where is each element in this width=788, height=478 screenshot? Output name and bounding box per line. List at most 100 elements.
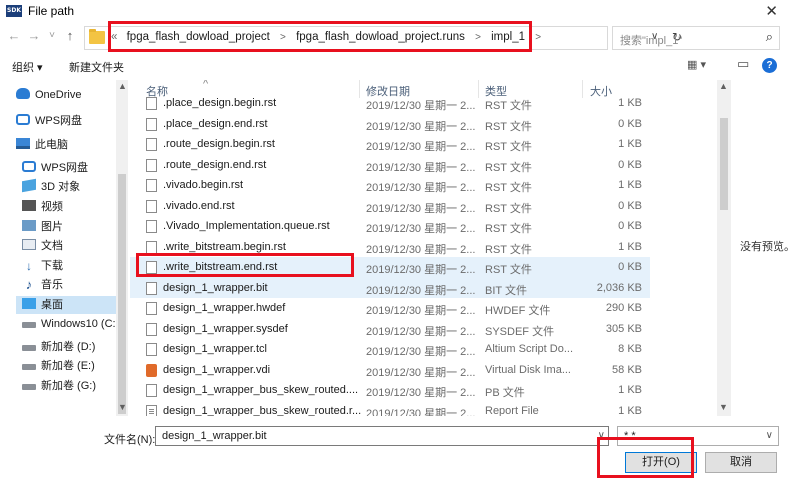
file-row[interactable]: design_1_wrapper.tcl 2019/12/30 星期一 2... A…: [130, 339, 650, 360]
close-icon[interactable]: ✕: [765, 2, 778, 20]
sidebar-item-label: WPS网盘: [35, 115, 83, 127]
file-date: 2019/12/30 星期一 2...: [366, 100, 476, 112]
navigation-bar: ← → ˅ ↑ « fpga_flash_dowload_project > f…: [0, 22, 788, 52]
cancel-button[interactable]: 取消: [705, 452, 777, 473]
sidebar-item-label: 新加卷 (D:): [41, 341, 96, 353]
documents-icon: [22, 239, 36, 250]
file-icon: [146, 199, 157, 213]
filename-input[interactable]: design_1_wrapper.bit ∨: [155, 426, 609, 446]
sidebar-item[interactable]: WPS网盘: [16, 112, 82, 130]
sidebar-item[interactable]: 新加卷 (E:): [16, 357, 95, 375]
file-row[interactable]: .write_bitstream.begin.rst 2019/12/30 星期一…: [130, 237, 650, 258]
sidebar-item[interactable]: ↓ 下载: [16, 257, 63, 275]
file-row[interactable]: .route_design.end.rst 2019/12/30 星期一 2...…: [130, 155, 650, 176]
file-name: .write_bitstream.begin.rst: [163, 240, 286, 253]
filename-label: 文件名(N):: [104, 434, 156, 446]
sidebar-item[interactable]: OneDrive: [16, 88, 81, 106]
file-row[interactable]: design_1_wrapper_bus_skew_routed.... 2019…: [130, 380, 650, 401]
sidebar-item[interactable]: 文档: [16, 237, 63, 255]
file-type: Report File: [485, 404, 539, 417]
search-icon[interactable]: ⌕: [766, 29, 773, 45]
file-row[interactable]: .place_design.begin.rst 2019/12/30 星期一 2.…: [130, 93, 650, 114]
scroll-up-icon[interactable]: ▲: [118, 81, 127, 91]
file-list-scrollbar[interactable]: ▲ ▼: [717, 80, 731, 416]
view-options-icon[interactable]: ▦ ▾: [687, 58, 706, 71]
sidebar-item[interactable]: 新加卷 (D:): [16, 338, 95, 356]
file-row[interactable]: design_1_wrapper.vdi 2019/12/30 星期一 2... V…: [130, 360, 650, 381]
file-type-value: *.*: [624, 430, 636, 442]
sidebar-item[interactable]: 3D 对象: [16, 178, 80, 196]
sidebar-item[interactable]: WPS网盘: [16, 159, 88, 177]
back-arrow-icon[interactable]: ←: [6, 28, 22, 43]
chevron-right-icon[interactable]: >: [535, 32, 541, 43]
breadcrumb-item-runs[interactable]: fpga_flash_dowload_project.runs: [296, 31, 465, 43]
app-icon: SDK: [6, 5, 22, 17]
sidebar-item[interactable]: 新加卷 (G:): [16, 377, 96, 395]
file-row[interactable]: design_1_wrapper.hwdef 2019/12/30 星期一 2..…: [130, 298, 650, 319]
file-size: 0 KB: [618, 117, 642, 130]
file-type-filter[interactable]: *.* ∨: [617, 426, 779, 446]
file-row[interactable]: .route_design.begin.rst 2019/12/30 星期一 2.…: [130, 134, 650, 155]
organize-menu[interactable]: 组织 ▾: [12, 59, 43, 75]
file-name: .write_bitstream.end.rst: [163, 261, 278, 273]
file-type: Virtual Disk Ima...: [485, 363, 571, 376]
scroll-down-icon[interactable]: ▼: [118, 402, 127, 412]
nav-pane-scrollbar[interactable]: ▲ ▼: [116, 80, 128, 416]
file-type: SYSDEF 文件: [485, 325, 555, 338]
file-row[interactable]: design_1_wrapper_bus_skew_routed.r... 201…: [130, 401, 650, 417]
sidebar-item[interactable]: 图片: [16, 218, 63, 236]
preview-pane-message: 没有预览。: [740, 241, 788, 253]
address-bar[interactable]: « fpga_flash_dowload_project > fpga_flas…: [84, 26, 682, 50]
file-type: HWDEF 文件: [485, 305, 551, 317]
sidebar-item[interactable]: 此电脑: [16, 136, 68, 154]
scroll-down-icon[interactable]: ▼: [719, 402, 728, 412]
breadcrumb-prefix[interactable]: «: [111, 31, 117, 43]
file-icon: [146, 384, 157, 397]
file-icon: [146, 343, 157, 356]
file-name: .route_design.begin.rst: [163, 138, 275, 150]
file-name: .Vivado_Implementation.queue.rst: [163, 220, 330, 232]
chevron-down-icon[interactable]: ∨: [766, 430, 773, 441]
file-size: 0 KB: [618, 199, 642, 212]
search-placeholder: 搜索"impl_1": [620, 35, 683, 47]
desktop-icon: [22, 298, 36, 309]
filename-dropdown-icon[interactable]: ∨: [598, 430, 605, 441]
file-row[interactable]: design_1_wrapper.bit 2019/12/30 星期一 2... B…: [130, 277, 650, 298]
help-icon[interactable]: ?: [762, 58, 777, 73]
sidebar-item[interactable]: ♪ 音乐: [16, 276, 63, 294]
nav-pane-scroll-thumb[interactable]: [118, 174, 126, 414]
new-folder-button[interactable]: 新建文件夹: [69, 59, 124, 75]
scroll-up-icon[interactable]: ▲: [719, 81, 728, 91]
breadcrumb-item-impl[interactable]: impl_1: [491, 31, 525, 43]
file-date: 2019/12/30 星期一 2...: [366, 325, 476, 338]
forward-arrow-icon[interactable]: →: [26, 28, 42, 43]
sort-up-icon[interactable]: ^: [203, 80, 208, 90]
file-row[interactable]: .vivado.begin.rst 2019/12/30 星期一 2... RST …: [130, 175, 650, 196]
file-list-scroll-thumb[interactable]: [720, 118, 728, 210]
chevron-right-icon[interactable]: >: [280, 32, 286, 43]
file-row[interactable]: .place_design.end.rst 2019/12/30 星期一 2...…: [130, 114, 650, 135]
breadcrumb-item-project[interactable]: fpga_flash_dowload_project: [127, 31, 270, 43]
sidebar-item[interactable]: 桌面: [16, 296, 126, 314]
file-icon: [146, 117, 157, 131]
file-row[interactable]: .vivado.end.rst 2019/12/30 星期一 2... RST 文件…: [130, 196, 650, 217]
file-type: RST 文件: [485, 202, 532, 215]
search-input[interactable]: 搜索"impl_1" ⌕: [612, 26, 780, 50]
file-row[interactable]: .Vivado_Implementation.queue.rst 2019/12/…: [130, 216, 650, 237]
file-size: 8 KB: [618, 343, 642, 355]
sidebar-item[interactable]: 视频: [16, 198, 63, 216]
open-button[interactable]: 打开(O): [625, 452, 697, 473]
up-arrow-icon[interactable]: ↑: [62, 28, 78, 43]
file-icon: [146, 404, 157, 416]
recent-locations-icon[interactable]: ˅: [44, 30, 60, 41]
filename-value[interactable]: design_1_wrapper.bit: [162, 430, 267, 442]
window-title: File path: [28, 4, 75, 18]
sidebar-item-label: 新加卷 (E:): [41, 360, 95, 372]
file-type: RST 文件: [485, 223, 532, 235]
preview-pane-icon[interactable]: ▭: [737, 56, 749, 72]
file-name: .vivado.end.rst: [163, 199, 235, 212]
file-row[interactable]: .write_bitstream.end.rst 2019/12/30 星期一 2…: [130, 257, 650, 278]
chevron-right-icon[interactable]: >: [475, 32, 481, 43]
file-row[interactable]: design_1_wrapper.sysdef 2019/12/30 星期一 2.…: [130, 319, 650, 340]
sidebar-item[interactable]: Windows10 (C:: [16, 318, 116, 336]
